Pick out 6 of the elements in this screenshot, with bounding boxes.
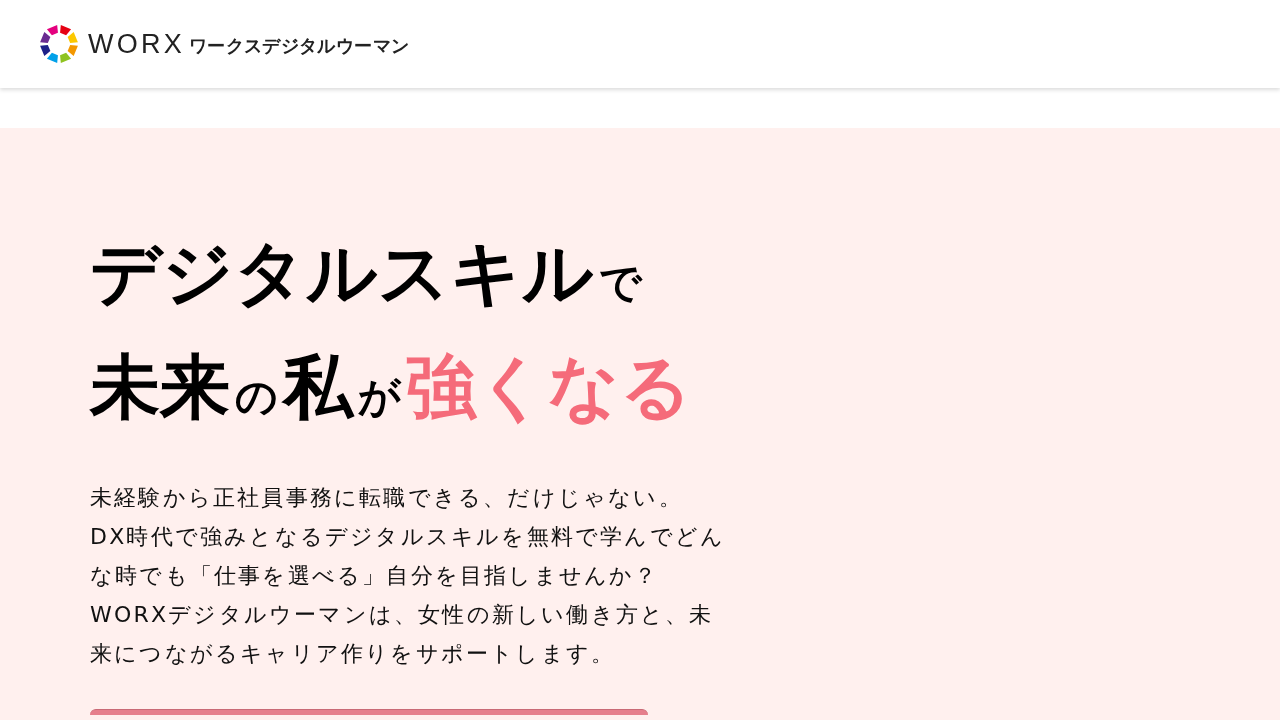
headline: デジタルスキルで 未来の私が強くなる xyxy=(90,231,692,430)
logo-wordmark: WORX xyxy=(88,30,185,58)
lead-paragraph: 未経験から正社員事務に転職できる、だけじゃない。 DX時代で強みとなるデジタルスキルを無料で学んでどんな時でも「仕事を選べる」自分を目指しませんか？ WORXデジタルウーマンは、女性の新しい働き方と、未来につながるキャリア作りをサポートします。 xyxy=(90,484,726,668)
button-top-edge[interactable] xyxy=(90,709,648,715)
logo-name: ワークスデジタルウーマン xyxy=(188,34,410,55)
logo-ring-icon xyxy=(40,25,78,63)
